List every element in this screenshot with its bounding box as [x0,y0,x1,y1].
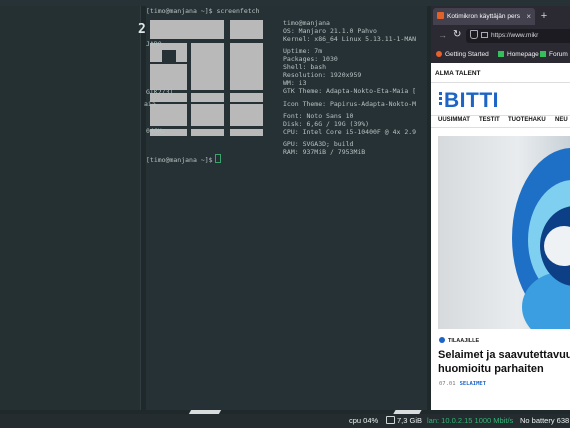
info-kernel: Kernel: x86_64 Linux 5.13.11-1-MAN [283,35,417,43]
divider [431,82,570,83]
url-bar[interactable]: https://www.mikr [466,29,570,43]
nav-uusimmat[interactable]: UUSIMMAT [438,117,470,123]
firefox-icon [436,51,442,57]
lan-status: lan: 10.0.2.15 1000 Mbit/s [427,416,514,425]
bookmark-forum[interactable]: Forum [540,46,568,63]
article-date: 07.01 [439,381,456,387]
battery-status: No battery 638 [520,416,570,425]
logo-mark-icon [439,92,443,110]
terminal-fragment: GTK2/3] [146,88,174,96]
reload-icon[interactable]: ↻ [453,29,461,40]
terminal-fragment: 04GHz [146,127,166,135]
logo-text: BITTI [444,89,499,112]
terminal-fragment: JARO [146,40,162,48]
terminal-window[interactable]: [timo@manjana ~]$ screenfetch JARO GTK2/… [144,6,427,410]
info-gpu: GPU: SVGA3D; build [283,140,354,148]
tab-bar: Kotimikron käyttäjän pers × + [431,6,570,26]
article-headline[interactable]: Selaimet ja saavutettavuus: huomioitu pa… [438,348,570,376]
close-tab-icon[interactable]: × [526,8,531,25]
web-page: ALMA TALENT BITTI UUSIMMAT TESTIT TUOTEH… [431,63,570,410]
forward-arrow-icon[interactable]: → [438,30,447,40]
terminal-command-line: [timo@manjana ~]$ screenfetch [146,7,260,15]
info-cpu: CPU: Intel Core i5-10400F @ 4x 2.9 [283,128,417,136]
info-uptime: Uptime: 7m [283,47,323,55]
user-host: timo@manjana [283,19,330,27]
info-wm: WM: i3 [283,79,307,87]
manjaro-icon [540,51,546,57]
terminal-prompt[interactable]: [timo@manjana ~]$ [146,154,221,164]
new-tab-button[interactable]: + [537,8,551,24]
info-ram: RAM: 937MiB / 7953MiB [283,148,366,156]
empty-window-pane[interactable] [0,6,141,410]
bookmark-homepage[interactable]: Homepage [498,46,539,63]
browser-window[interactable]: Kotimikron käyttäjän pers × + → ↻ https:… [431,6,570,410]
alma-talent-label[interactable]: ALMA TALENT [435,70,481,77]
subscriber-tag: TILAAJILLE [439,337,479,344]
info-gtk-theme: GTK Theme: Adapta-Nokto-Eta-Maia [ [283,87,417,95]
nav-tuotehaku[interactable]: TUOTEHAKU [508,117,546,123]
info-resolution: Resolution: 1920x959 [283,71,362,79]
workspace-number: 2 [138,22,146,37]
status-bar: cpu 04% 7,3 GiB lan: 10.0.2.15 1000 Mbit… [0,414,570,428]
prompt-text: [timo@manjana ~]$ [146,156,213,164]
disk-icon [386,416,395,424]
site-nav: UUSIMMAT TESTIT TUOTEHAKU NEU [431,116,570,127]
cpu-usage: cpu 04% [349,416,379,425]
article-meta: 07.01 SELAIMET [439,381,486,387]
url-text: https://www.mikr [491,32,539,39]
article-hero-image[interactable] [438,136,570,329]
info-shell: Shell: bash [283,63,327,71]
article-category[interactable]: SELAIMET [460,381,487,387]
tab-title: Kotimikron käyttäjän pers [447,13,520,20]
manjaro-icon [498,51,504,57]
site-favicon-icon [437,12,444,19]
lock-icon[interactable] [481,32,488,38]
terminal-fragment: aia [144,100,156,108]
info-packages: Packages: 1030 [283,55,338,63]
info-font: Font: Noto Sans 10 [283,112,354,120]
bookmark-getting-started[interactable]: Getting Started [436,46,489,63]
terminal-cursor [214,154,221,163]
info-icon-theme: Icon Theme: Papirus-Adapta-Nokto-M [283,100,417,108]
disk-usage: 7,3 GiB [386,414,422,428]
bookmarks-toolbar: Getting Started Homepage Forum [431,46,570,63]
navigation-toolbar: → ↻ https://www.mikr [431,26,570,46]
tab-kotimikro[interactable]: Kotimikron käyttäjän pers × [433,8,535,25]
divider [431,127,570,128]
info-disk: Disk: 6,6G / 19G (39%) [283,120,370,128]
subscriber-icon [439,337,445,343]
shield-icon[interactable] [470,30,478,39]
info-os: OS: Manjaro 21.1.0 Pahvo [283,27,377,35]
nav-testit[interactable]: TESTIT [479,117,500,123]
nav-neu[interactable]: NEU [555,117,568,123]
